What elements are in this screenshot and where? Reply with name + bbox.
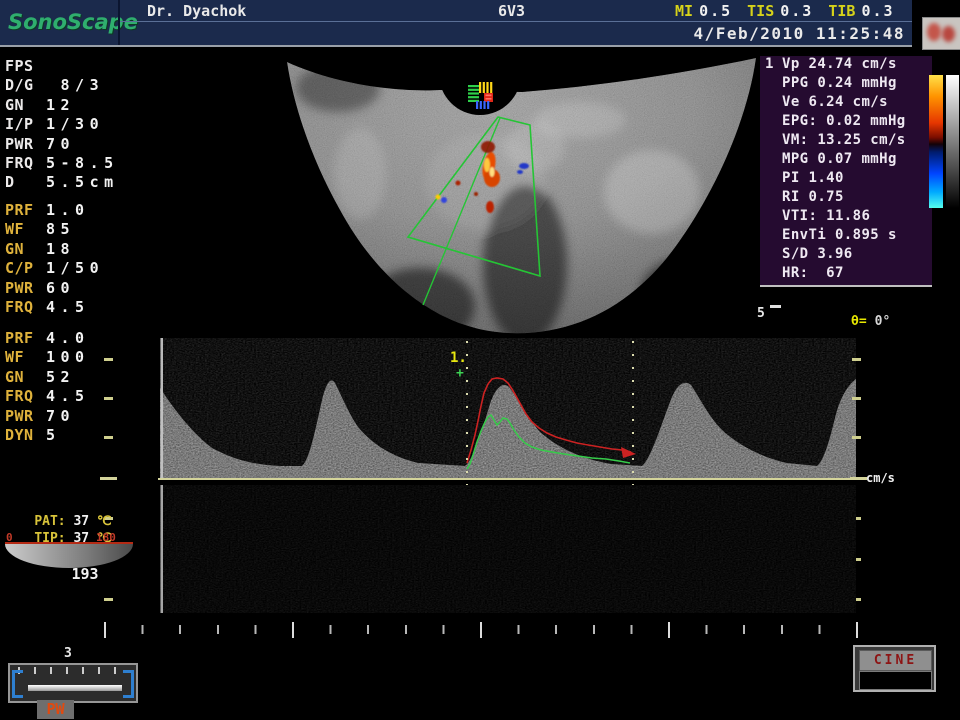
param-row: C/P1/50	[5, 259, 155, 278]
color-mode-params: PRF1.0 WF85 GN18 C/P1/50 PWR60 FRQ4.5	[5, 201, 155, 317]
velocity-unit-label: cm/s	[866, 471, 895, 485]
param-row: WF85	[5, 220, 155, 239]
tis-index: TIS0.3	[747, 2, 813, 20]
slider-handle[interactable]	[28, 685, 122, 691]
velocity-scale-tick	[852, 436, 861, 439]
measurement-cursor-label: 1.	[450, 350, 467, 366]
frame-counter: 193	[55, 565, 115, 583]
top-status-bar: SonoScape Dr. Dyachok 6V3 MI0.5 TIS0.3 T…	[0, 0, 912, 47]
ruler-major-tick	[668, 622, 670, 638]
measurement-line: S/D 3.96	[760, 246, 932, 265]
baseline-tick	[850, 477, 867, 480]
lower-sweep-strip	[160, 485, 856, 613]
param-row: PRF1.0	[5, 201, 155, 220]
cine-display-box	[859, 671, 932, 690]
param-row: D5.5cm	[5, 173, 155, 192]
measurement-line: 1Vp 24.74 cm/s	[760, 56, 932, 75]
velocity-scale-tick	[104, 358, 113, 361]
param-row: GN12	[5, 96, 155, 115]
ruler-major-tick	[480, 622, 482, 638]
acoustic-indices: MI0.5 TIS0.3 TIB0.3	[675, 2, 895, 20]
mode-badge-pw[interactable]: PW	[37, 700, 74, 719]
measurement-line: EnvTi 0.895 s	[760, 227, 932, 246]
velocity-scale-tick	[104, 397, 113, 400]
velocity-scale-tick	[852, 358, 861, 361]
measurement-line: RI 0.75	[760, 189, 932, 208]
param-row: I/P1/30	[5, 115, 155, 134]
b-mode-image	[280, 52, 760, 335]
slider-ticks	[18, 667, 126, 674]
time-ruler	[100, 622, 860, 638]
param-row: D/G 8/3	[5, 76, 155, 95]
param-row: FRQ4.5	[5, 387, 155, 406]
ruler-major-tick	[104, 622, 106, 638]
probe-model: 6V3	[498, 2, 525, 20]
doppler-baseline	[158, 478, 858, 480]
grayscale-bar	[946, 75, 959, 208]
cine-panel: CINE	[853, 645, 936, 692]
thumbnail-blob	[927, 23, 941, 41]
param-row: GN52	[5, 368, 155, 387]
param-row: PRF4.0	[5, 329, 155, 348]
param-row: DYN5	[5, 426, 155, 445]
param-row: PWR70	[5, 135, 155, 154]
baseline-tick	[100, 477, 117, 480]
param-row: PWR60	[5, 279, 155, 298]
measurement-line: EPG: 0.02 mmHg	[760, 113, 932, 132]
pw-mode-params: PRF4.0 WF100 GN52 FRQ4.5 PWR70 DYN5	[5, 329, 155, 445]
sweep-line	[161, 338, 164, 480]
param-row: FRQ4.5	[5, 298, 155, 317]
sweep-line	[161, 485, 164, 613]
ruler-major-tick	[856, 622, 858, 638]
param-row: WF100	[5, 348, 155, 367]
ultrasound-screen: SonoScape Dr. Dyachok 6V3 MI0.5 TIS0.3 T…	[0, 0, 960, 720]
color-doppler-scale-bar	[929, 75, 943, 208]
measurement-line: Ve 6.24 cm/s	[760, 94, 932, 113]
velocity-scale-tick	[104, 598, 113, 601]
tib-index: TIB0.3	[828, 2, 894, 20]
slider-left-bracket-icon[interactable]	[12, 670, 23, 698]
measurement-line: PPG 0.24 mmHg	[760, 75, 932, 94]
measurement-line: VM: 13.25 cm/s	[760, 132, 932, 151]
measurement-line: HR: 67	[760, 265, 932, 284]
theta-icon: θ=	[851, 314, 867, 329]
preview-thumbnail[interactable]	[922, 17, 960, 50]
ruler-major-tick	[292, 622, 294, 638]
b-mode-params: FPS D/G 8/3 GN12 I/P1/30 PWR70 FRQ5-8.5 …	[5, 57, 155, 193]
measurement-results-panel: 1Vp 24.74 cm/s PPG 0.24 mmHg Ve 6.24 cm/…	[760, 56, 932, 287]
measurement-line: PI 1.40	[760, 170, 932, 189]
datetime-display: 4/Feb/2010 11:25:48	[0, 24, 905, 43]
measurement-line: MPG 0.07 mmHg	[760, 151, 932, 170]
param-row: FRQ5-8.5	[5, 154, 155, 173]
depth-marker: 5	[757, 306, 765, 321]
velocity-scale-tick	[104, 436, 113, 439]
cine-button[interactable]: CINE	[859, 650, 932, 671]
operator-name: Dr. Dyachok	[147, 2, 246, 20]
mi-index: MI0.5	[675, 2, 732, 20]
cine-scrollbar[interactable]	[8, 663, 138, 703]
slider-right-bracket-icon[interactable]	[123, 670, 134, 698]
cursor-cross-icon: +	[456, 366, 464, 381]
depth-tick	[770, 305, 781, 308]
measurement-line: VTI: 11.86	[760, 208, 932, 227]
param-row: FPS	[5, 57, 155, 76]
spectral-doppler-trace	[160, 338, 856, 480]
topbar-horizontal-divider	[120, 21, 912, 22]
thumbnail-blob	[942, 26, 955, 42]
angle-correction-readout: θ=0°	[851, 314, 890, 329]
cine-slider-value: 3	[64, 646, 72, 661]
velocity-scale-tick	[852, 397, 861, 400]
param-row: GN18	[5, 240, 155, 259]
param-row: PWR70	[5, 407, 155, 426]
